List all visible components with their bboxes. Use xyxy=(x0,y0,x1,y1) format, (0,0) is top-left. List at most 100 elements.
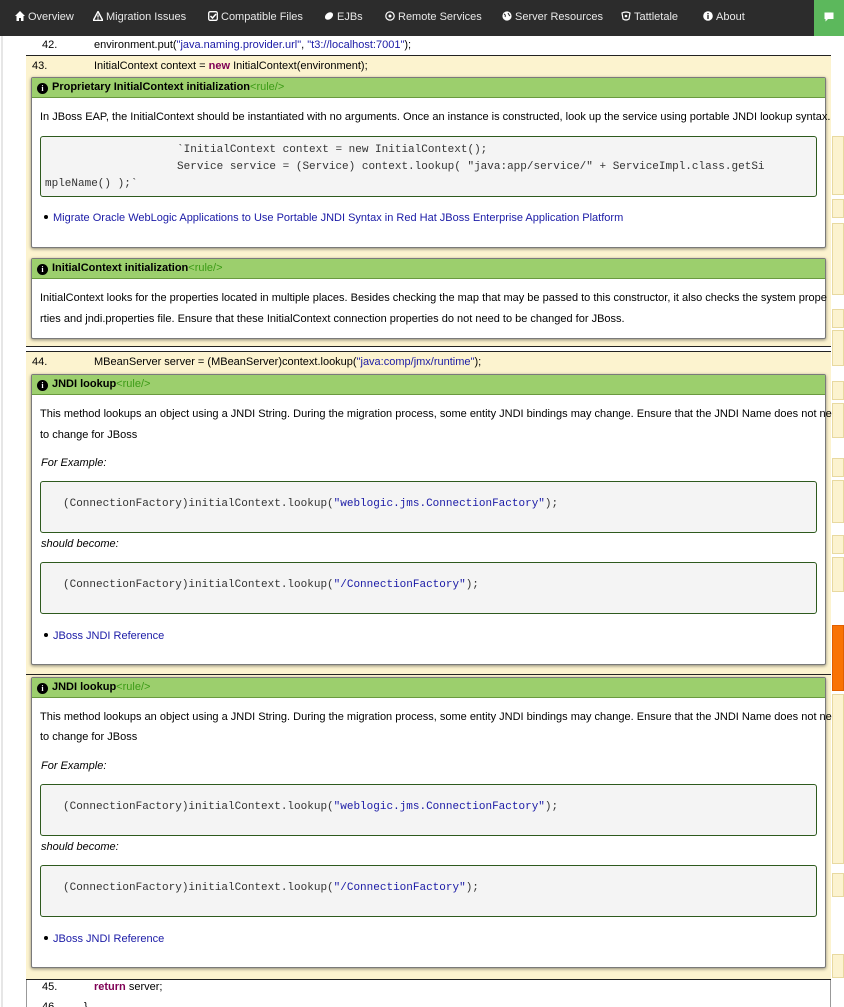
nav-ejbs[interactable]: EJBs xyxy=(324,0,363,36)
gutter-border xyxy=(830,980,831,1007)
hint-panel: i JNDI lookup<rule/> This method lookups … xyxy=(31,677,844,968)
hint-link-item: Migrate Oracle WebLogic Applications to … xyxy=(44,212,623,224)
hint-header: i Proprietary InitialContext initializati… xyxy=(32,78,825,98)
code-example-line: (ConnectionFactory)initialContext.lookup… xyxy=(63,882,479,894)
minimap-marker[interactable] xyxy=(832,309,844,328)
home-icon xyxy=(15,11,25,21)
string-literal: "/ConnectionFactory" xyxy=(333,882,466,894)
code-text: InitialContext context = xyxy=(94,60,209,72)
minimap-marker[interactable] xyxy=(832,954,844,978)
hint-title: JNDI lookup xyxy=(52,378,117,390)
code-text: ); xyxy=(474,356,482,368)
line-number: 44. xyxy=(32,356,48,368)
string-literal: "java.naming.provider.url" xyxy=(176,39,302,51)
minimap-marker[interactable] xyxy=(832,381,844,400)
hint-link-item: JBoss JNDI Reference xyxy=(44,933,164,945)
info-icon: i xyxy=(37,83,48,94)
globe-icon xyxy=(502,11,512,21)
tattletale-icon xyxy=(621,11,631,21)
should-become-label: should become: xyxy=(41,841,119,853)
info-icon: i xyxy=(37,683,48,694)
code-text: ); xyxy=(465,882,479,894)
keyword: new xyxy=(208,60,231,72)
nav-ejbs-label: EJBs xyxy=(337,11,363,23)
hint-panel: i InitialContext initialization<rule/> In… xyxy=(31,258,827,339)
rule-link[interactable]: <rule/> xyxy=(116,378,150,390)
code-example: (ConnectionFactory)initialContext.lookup… xyxy=(40,562,817,614)
code-line-45: 45. return server; xyxy=(26,977,831,998)
hint-description: This method lookups an object using a JN… xyxy=(40,711,844,723)
code-example-line: `InitialContext context = new InitialCon… xyxy=(45,144,488,156)
rule-link[interactable]: <rule/> xyxy=(188,262,222,274)
code-example-line: (ConnectionFactory)initialContext.lookup… xyxy=(63,498,558,510)
minimap-marker[interactable] xyxy=(832,330,844,366)
line-source: } xyxy=(84,1001,88,1007)
nav-overview-label: Overview xyxy=(28,11,74,23)
nav-tattletale[interactable]: Tattletale xyxy=(621,0,678,36)
string-literal: "java:comp/jmx/runtime" xyxy=(356,356,475,368)
minimap-marker[interactable] xyxy=(832,458,844,477)
nav-overview[interactable]: Overview xyxy=(15,0,74,36)
minimap-marker[interactable] xyxy=(832,223,844,295)
nav-remote-services-label: Remote Services xyxy=(398,11,482,23)
string-literal: "weblogic.jms.ConnectionFactory" xyxy=(333,801,545,813)
comment-icon xyxy=(824,12,834,22)
minimap-marker[interactable] xyxy=(832,136,844,195)
check-square-icon xyxy=(208,11,218,21)
minimap-marker[interactable] xyxy=(832,199,844,218)
minimap-marker[interactable] xyxy=(832,480,844,523)
code-example-line: mpleName() );` xyxy=(45,178,138,190)
gutter-border xyxy=(26,980,27,1007)
minimap-marker[interactable] xyxy=(832,694,844,864)
hint-description: rties and jndi.properties file. Ensure t… xyxy=(40,313,625,325)
info-icon: i xyxy=(37,264,48,275)
example-label: For Example: xyxy=(41,760,107,772)
bullet xyxy=(44,215,48,219)
line-number: 45. xyxy=(42,981,58,993)
code-text: server; xyxy=(125,981,163,993)
hint-description: This method lookups an object using a JN… xyxy=(40,408,844,420)
nav-remote-services[interactable]: Remote Services xyxy=(385,0,482,36)
nav-about[interactable]: About xyxy=(703,0,745,36)
code-example: (ConnectionFactory)initialContext.lookup… xyxy=(40,481,817,533)
minimap-marker[interactable] xyxy=(832,557,844,592)
minimap-marker[interactable] xyxy=(832,403,844,438)
hint-header: i JNDI lookup<rule/> xyxy=(32,375,825,395)
code-example: (ConnectionFactory)initialContext.lookup… xyxy=(40,784,817,836)
code-text: (ConnectionFactory)initialContext.lookup… xyxy=(63,498,334,510)
rule-link[interactable]: <rule/> xyxy=(116,681,150,693)
minimap-marker[interactable] xyxy=(832,873,844,897)
nav-server-resources[interactable]: Server Resources xyxy=(502,0,603,36)
rule-link[interactable]: <rule/> xyxy=(250,81,284,93)
code-text: ); xyxy=(465,579,479,591)
code-text: MBeanServer server = (MBeanServer)contex… xyxy=(94,356,357,368)
hint-description: In JBoss EAP, the InitialContext should … xyxy=(40,111,831,123)
hint-separator xyxy=(26,674,831,675)
minimap-marker[interactable] xyxy=(832,535,844,554)
bullet xyxy=(44,633,48,637)
hint-description: to change for JBoss xyxy=(40,429,138,441)
line-source: return server; xyxy=(94,977,162,998)
hint-panel: i Proprietary InitialContext initializati… xyxy=(31,77,831,248)
code-line-42: 42. environment.put("java.naming.provide… xyxy=(26,35,831,56)
line-source: InitialContext context = new InitialCont… xyxy=(94,56,368,77)
line-number: 46. xyxy=(42,1001,58,1007)
nav-tattletale-label: Tattletale xyxy=(634,11,679,23)
feedback-button[interactable] xyxy=(814,0,844,36)
reference-link[interactable]: JBoss JNDI Reference xyxy=(53,933,164,945)
bullet xyxy=(44,936,48,940)
code-text: InitialContext(environment); xyxy=(230,60,368,72)
code-example-line: Service service = (Service) context.look… xyxy=(45,161,765,173)
code-text: ); xyxy=(544,801,559,813)
minimap-marker-active[interactable] xyxy=(832,625,844,691)
nav-migration-issues[interactable]: Migration Issues xyxy=(93,0,186,36)
code-line-43: 43. InitialContext context = new Initial… xyxy=(26,56,831,77)
string-literal: "t3://localhost:7001" xyxy=(307,39,405,51)
reference-link[interactable]: JBoss JNDI Reference xyxy=(53,630,164,642)
nav-compatible-files[interactable]: Compatible Files xyxy=(208,0,303,36)
hint-title: JNDI lookup xyxy=(52,681,117,693)
top-navbar: Overview Migration Issues Compatible Fil… xyxy=(0,0,844,36)
nav-server-resources-label: Server Resources xyxy=(515,11,604,23)
reference-link[interactable]: Migrate Oracle WebLogic Applications to … xyxy=(53,212,623,224)
hint-description: to change for JBoss xyxy=(40,731,138,743)
